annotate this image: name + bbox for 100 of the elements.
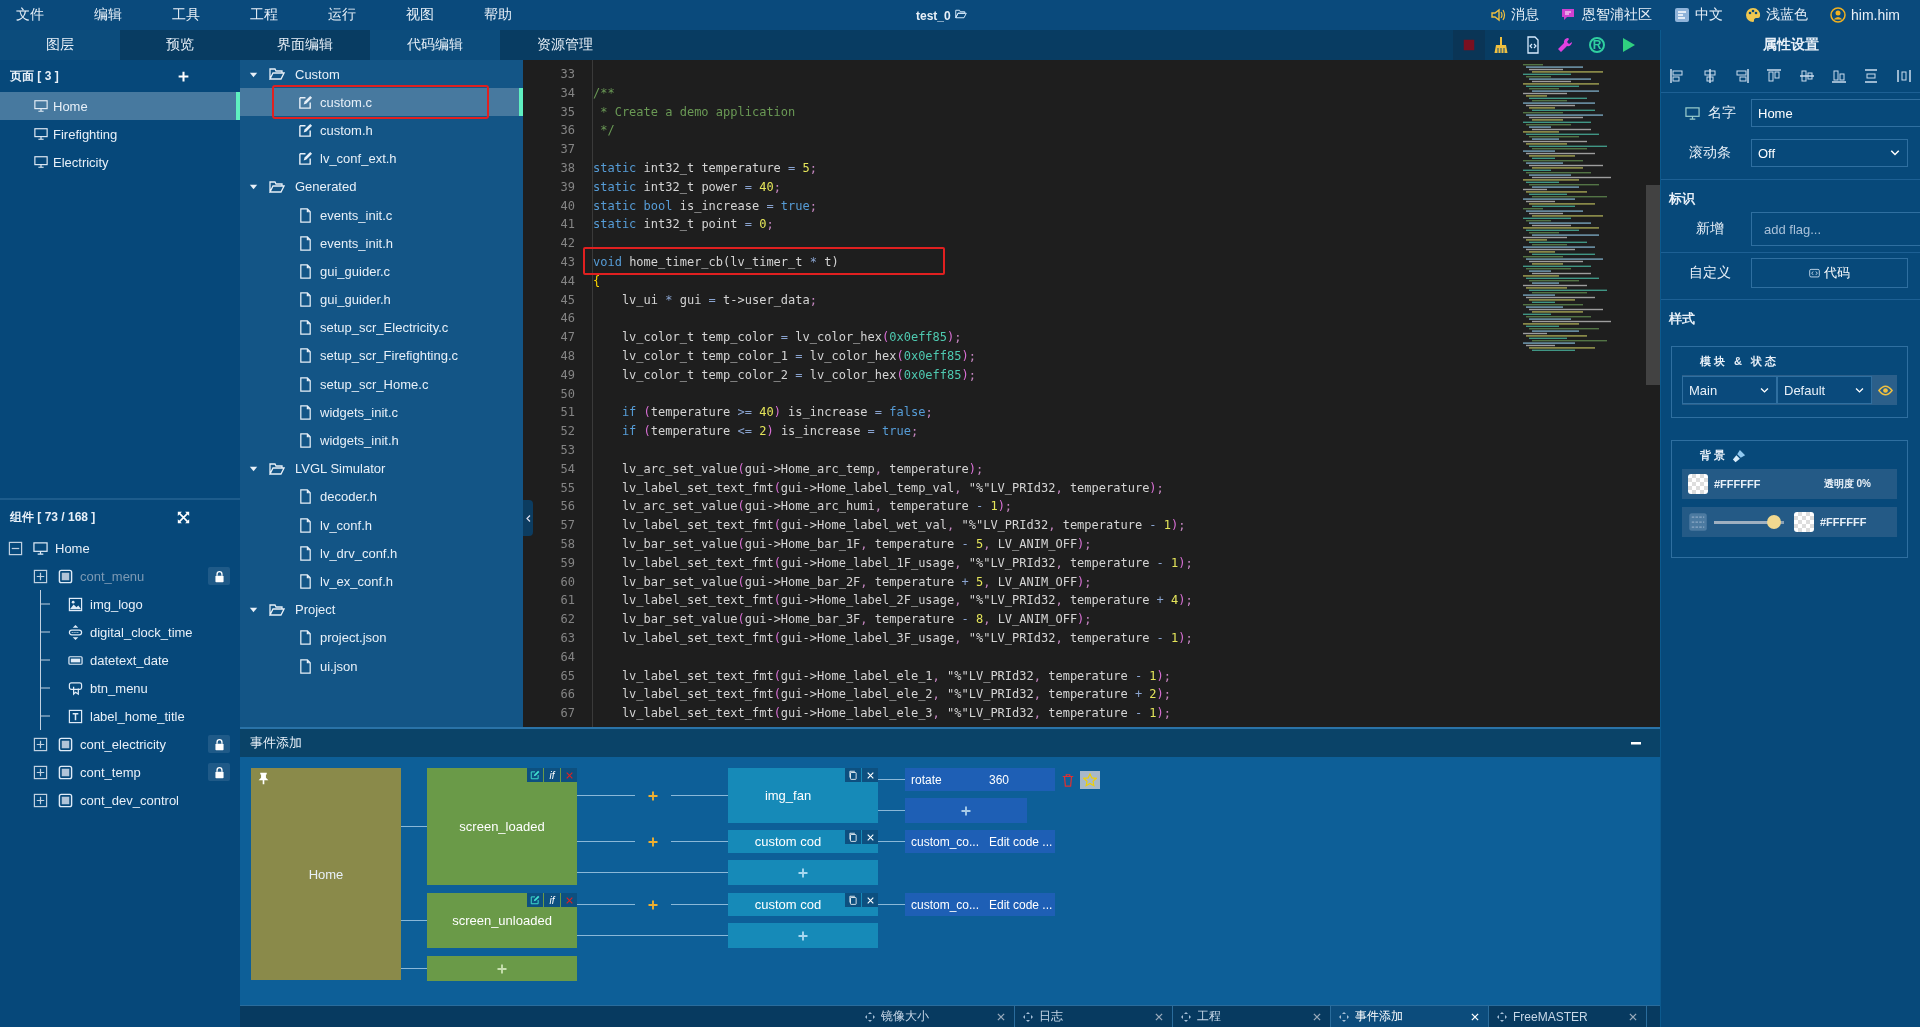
file-item[interactable]: lv_conf.h xyxy=(240,511,523,540)
align-bottom-icon[interactable] xyxy=(1831,68,1848,84)
flag-field[interactable]: add flag... xyxy=(1751,212,1920,246)
param-value[interactable]: Edit code ... xyxy=(987,834,1053,849)
tab[interactable]: 代码编辑 xyxy=(370,30,500,60)
wrench-icon[interactable] xyxy=(1557,37,1573,53)
lock-badge[interactable] xyxy=(208,735,230,753)
file-item[interactable]: ui.json xyxy=(240,651,523,681)
menu-item[interactable]: 工程 xyxy=(250,6,278,24)
action-block[interactable]: img_fan xyxy=(728,768,878,823)
menu-item[interactable]: him.him xyxy=(1851,7,1900,23)
file-item[interactable]: setup_scr_Home.c xyxy=(240,370,523,399)
language-icon[interactable] xyxy=(1674,7,1690,23)
name-field[interactable]: Home xyxy=(1751,99,1920,127)
tree-item[interactable]: Home xyxy=(55,540,90,556)
close-icon[interactable] xyxy=(1312,1011,1322,1022)
file-item[interactable]: custom.h xyxy=(240,116,523,145)
close-icon[interactable] xyxy=(1154,1011,1164,1022)
user-icon[interactable] xyxy=(1830,7,1846,23)
broom-icon[interactable] xyxy=(1493,36,1509,54)
file-item[interactable]: gui_guider.c xyxy=(240,257,523,286)
scrollbar-thumb[interactable] xyxy=(1646,185,1660,385)
tab[interactable]: 图层 xyxy=(0,30,120,60)
file-item[interactable]: setup_scr_Electricity.c xyxy=(240,313,523,342)
state-select[interactable]: Default xyxy=(1777,376,1872,404)
menu-item[interactable]: 恩智浦社区 xyxy=(1582,6,1652,24)
file-item[interactable]: widgets_init.h xyxy=(240,426,523,455)
file-item[interactable]: lv_drv_conf.h xyxy=(240,539,523,568)
edit-icon[interactable] xyxy=(530,895,540,905)
param-value[interactable]: Edit code ... xyxy=(987,897,1053,912)
folder-item[interactable]: LVGL Simulator xyxy=(295,461,386,477)
file-item[interactable]: gui_guider.h xyxy=(240,285,523,314)
tree-item[interactable]: digital_clock_time xyxy=(90,624,193,640)
file-item[interactable]: events_init.h xyxy=(240,229,523,258)
color-swatch[interactable] xyxy=(1794,512,1814,532)
tree-item[interactable]: cont_temp xyxy=(80,764,141,780)
align-center-icon[interactable] xyxy=(1701,68,1718,84)
align-middle-icon[interactable] xyxy=(1798,68,1815,84)
copy-icon[interactable] xyxy=(848,832,858,842)
expand-node-icon[interactable] xyxy=(32,736,48,752)
dock-tab[interactable]: 镜像大小 xyxy=(857,1006,1015,1027)
event-block[interactable]: if screen_unloaded xyxy=(427,893,577,948)
color-swatch[interactable] xyxy=(1688,474,1708,494)
menu-item[interactable]: 编辑 xyxy=(94,6,122,24)
event-block[interactable]: if screen_loaded xyxy=(427,768,577,885)
condition-button[interactable]: if xyxy=(544,768,560,782)
speaker-icon[interactable] xyxy=(1490,7,1506,23)
page-item[interactable]: Home xyxy=(0,92,240,120)
part-select[interactable]: Main xyxy=(1682,376,1777,404)
chat-icon[interactable] xyxy=(1561,7,1577,23)
align-right-icon[interactable] xyxy=(1733,68,1750,84)
file-item[interactable]: project.json xyxy=(240,623,523,652)
param-value[interactable]: 360 xyxy=(987,772,1010,787)
close-icon[interactable] xyxy=(1628,1011,1638,1022)
file-item[interactable]: events_init.c xyxy=(240,200,523,230)
code-file-icon[interactable] xyxy=(1525,36,1541,54)
copy-icon[interactable] xyxy=(848,895,858,905)
dock-tab[interactable]: 日志 xyxy=(1015,1006,1173,1027)
expand-node-icon[interactable] xyxy=(32,792,48,808)
condition-button[interactable]: if xyxy=(544,893,560,907)
gradient-icon[interactable] xyxy=(1688,512,1708,532)
menu-item[interactable]: 中文 xyxy=(1695,6,1723,24)
action-block[interactable]: custom cod xyxy=(728,893,878,916)
star-icon[interactable] xyxy=(1083,772,1097,787)
file-item[interactable]: custom.c xyxy=(240,88,523,117)
file-item[interactable]: widgets_init.c xyxy=(240,398,523,427)
dock-tab[interactable]: FreeMASTER xyxy=(1489,1006,1647,1027)
slider-thumb[interactable] xyxy=(1767,515,1782,529)
menu-item[interactable]: 帮助 xyxy=(484,6,512,24)
tree-item[interactable]: cont_dev_control xyxy=(80,792,179,808)
align-top-icon[interactable] xyxy=(1766,68,1783,84)
edit-icon[interactable] xyxy=(530,770,540,780)
tree-item[interactable]: btn_menu xyxy=(90,680,148,696)
file-item[interactable]: lv_conf_ext.h xyxy=(240,144,523,173)
action-block[interactable]: custom cod xyxy=(728,830,878,853)
file-item[interactable]: setup_scr_Firefighting.c xyxy=(240,341,523,371)
menu-item[interactable]: 浅蓝色 xyxy=(1766,6,1808,24)
folder-item[interactable]: Custom xyxy=(295,66,340,82)
dock-tab[interactable]: 事件添加 xyxy=(1331,1006,1489,1027)
collapse-icon[interactable] xyxy=(7,540,23,556)
lock-badge[interactable] xyxy=(208,567,230,585)
distribute-vertical-icon[interactable] xyxy=(1863,68,1880,84)
menu-item[interactable]: 运行 xyxy=(328,6,356,24)
menu-item[interactable]: 文件 xyxy=(16,6,44,24)
palette-icon[interactable] xyxy=(1745,7,1761,23)
page-item[interactable]: Electricity xyxy=(0,148,240,176)
expand-node-icon[interactable] xyxy=(32,764,48,780)
expand-icon[interactable] xyxy=(177,510,190,524)
close-icon[interactable] xyxy=(996,1011,1006,1022)
menu-item[interactable]: 视图 xyxy=(406,6,434,24)
file-item[interactable]: decoder.h xyxy=(240,482,523,511)
expand-node-icon[interactable] xyxy=(32,568,48,584)
tree-item[interactable]: datetext_date xyxy=(90,652,169,668)
menu-item[interactable]: 消息 xyxy=(1511,6,1539,24)
tree-item[interactable]: img_logo xyxy=(90,596,143,612)
page-item[interactable]: Firefighting xyxy=(0,120,240,148)
tree-item[interactable]: cont_electricity xyxy=(80,736,166,752)
code-button[interactable]: 代码 xyxy=(1751,258,1908,288)
file-item[interactable]: lv_ex_conf.h xyxy=(240,567,523,596)
register-button[interactable]: R xyxy=(1589,37,1605,53)
